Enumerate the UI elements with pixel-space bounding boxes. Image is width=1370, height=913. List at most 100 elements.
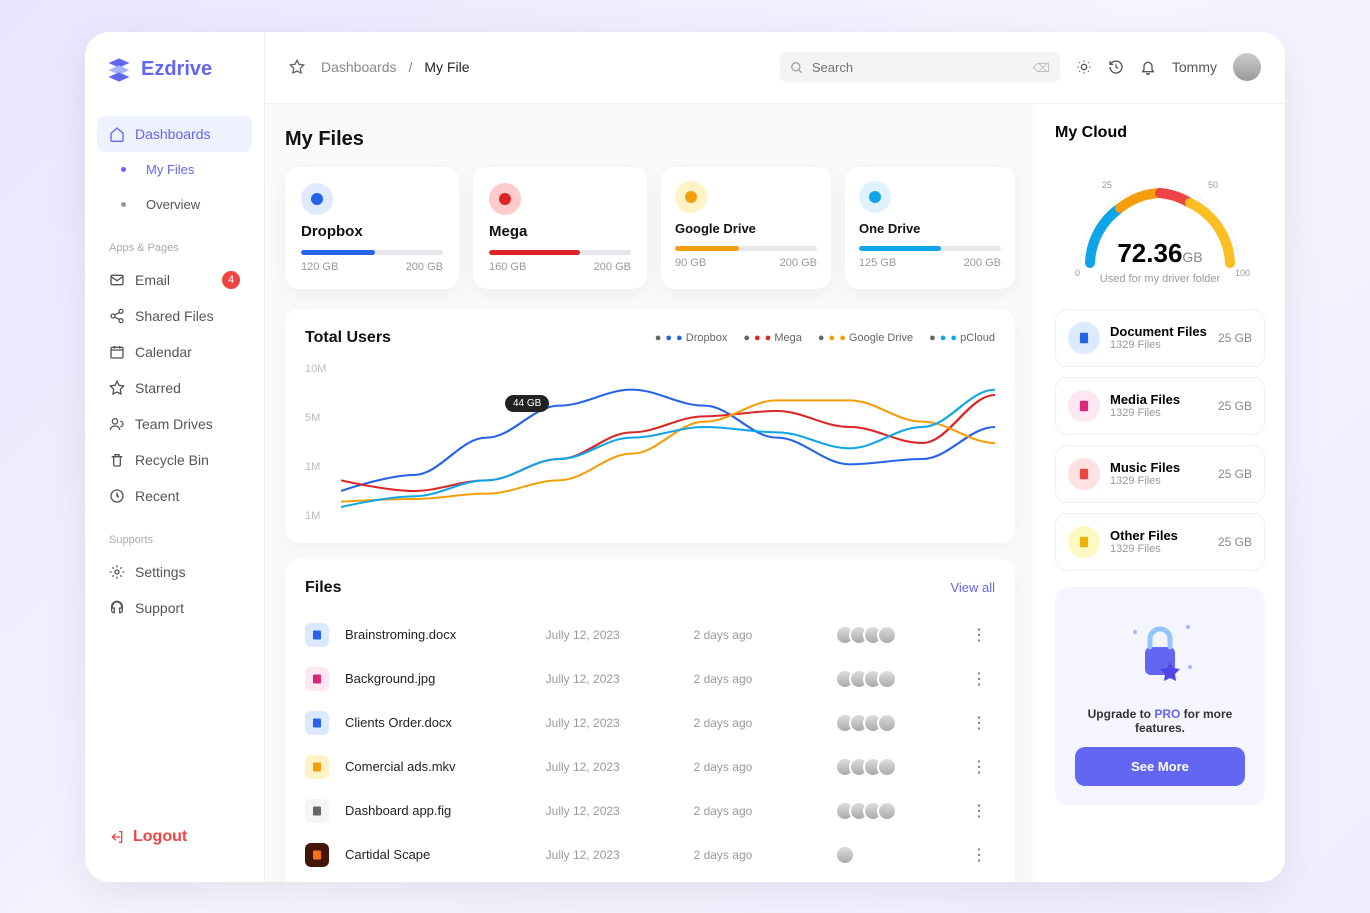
sidebar-item-label: Recent (135, 488, 179, 504)
chart-legend: ● Dropbox● Mega● Google Drive● pCloud (655, 332, 995, 344)
category-icon (1068, 390, 1100, 422)
file-row[interactable]: Brainstroming.docx Jully 12, 2023 2 days… (305, 613, 995, 657)
content: My Files Dropbox 120 GB200 GB Mega 160 G… (265, 104, 1285, 882)
file-row[interactable]: Cartidal Scape Jully 12, 2023 2 days ago… (305, 833, 995, 877)
gauge-value: 72.36 (1117, 238, 1182, 268)
app-window: Ezdrive Dashboards My Files Overview App… (85, 32, 1285, 882)
category-icon (1068, 322, 1100, 354)
sidebar-item-email[interactable]: Email 4 (97, 262, 252, 298)
category-size: 25 GB (1218, 399, 1252, 413)
file-more-button[interactable]: ⋮ (963, 757, 995, 777)
sidebar-item-label: Shared Files (135, 308, 214, 324)
category-size: 25 GB (1218, 331, 1252, 345)
mini-avatar (877, 801, 897, 821)
storage-gauge: 0 25 50 100 72.36GB Used for my driver f… (1055, 158, 1265, 285)
user-name: Tommy (1172, 59, 1217, 75)
file-row[interactable]: Musikal.mp3 Jully 12, 2023 2 days ago ⋮ (305, 877, 995, 882)
sidebar-item-recycle-bin[interactable]: Recycle Bin (97, 442, 252, 478)
svg-text:100: 100 (1235, 268, 1250, 278)
file-avatars (841, 801, 947, 821)
drive-name: Mega (489, 223, 631, 240)
share-icon (109, 308, 125, 324)
upgrade-text: Upgrade to PRO for more features. (1075, 707, 1245, 735)
category-card[interactable]: Document Files 1329 Files 25 GB (1055, 309, 1265, 367)
breadcrumb-item[interactable]: Dashboards (321, 59, 397, 75)
drives-row: Dropbox 120 GB200 GB Mega 160 GB200 GB G… (285, 167, 1015, 289)
file-type-icon (305, 667, 329, 691)
header: Dashboards / My File ⌫ Tommy (265, 32, 1285, 104)
search-input[interactable] (780, 52, 1060, 83)
history-icon[interactable] (1108, 59, 1124, 75)
drive-icon (301, 183, 333, 215)
sidebar-item-label: Overview (146, 197, 200, 212)
drive-stats: 160 GB200 GB (489, 261, 631, 273)
drive-progress (675, 246, 817, 251)
category-card[interactable]: Media Files 1329 Files 25 GB (1055, 377, 1265, 435)
file-more-button[interactable]: ⋮ (963, 845, 995, 865)
sidebar-item-overview[interactable]: Overview (97, 187, 252, 222)
sidebar-item-label: Team Drives (135, 416, 213, 432)
drive-card-google drive[interactable]: Google Drive 90 GB200 GB (661, 167, 831, 289)
sidebar-item-dashboards[interactable]: Dashboards (97, 116, 252, 152)
file-row[interactable]: Dashboard app.fig Jully 12, 2023 2 days … (305, 789, 995, 833)
file-avatars (841, 625, 947, 645)
sidebar-item-settings[interactable]: Settings (97, 554, 252, 590)
star-outline-icon[interactable] (289, 59, 305, 75)
drive-card-one drive[interactable]: One Drive 125 GB200 GB (845, 167, 1015, 289)
view-all-link[interactable]: View all (950, 580, 995, 595)
file-avatars (841, 713, 947, 733)
file-more-button[interactable]: ⋮ (963, 713, 995, 733)
logout-button[interactable]: Logout (97, 816, 252, 858)
sidebar-item-team-drives[interactable]: Team Drives (97, 406, 252, 442)
file-more-button[interactable]: ⋮ (963, 669, 995, 689)
avatar[interactable] (1233, 53, 1261, 81)
drive-name: Google Drive (675, 221, 817, 236)
sidebar-item-recent[interactable]: Recent (97, 478, 252, 514)
file-name: Brainstroming.docx (345, 627, 530, 642)
bell-icon[interactable] (1140, 59, 1156, 75)
file-date: Jully 12, 2023 (546, 628, 678, 642)
sidebar-item-starred[interactable]: Starred (97, 370, 252, 406)
category-card[interactable]: Music Files 1329 Files 25 GB (1055, 445, 1265, 503)
header-icons: Tommy (1076, 53, 1261, 81)
mini-avatar (877, 757, 897, 777)
file-more-button[interactable]: ⋮ (963, 625, 995, 645)
section-label-apps: Apps & Pages (109, 242, 252, 254)
sidebar-item-support[interactable]: Support (97, 590, 252, 626)
category-card[interactable]: Other Files 1329 Files 25 GB (1055, 513, 1265, 571)
drive-icon (489, 183, 521, 215)
category-sub: 1329 Files (1110, 407, 1208, 419)
drive-stats: 90 GB200 GB (675, 257, 817, 269)
page-title: My Files (285, 128, 1015, 151)
sidebar-item-label: Recycle Bin (135, 452, 209, 468)
gauge-unit: GB (1182, 249, 1202, 265)
legend-item: ● Google Drive (818, 332, 913, 344)
right-column: My Cloud 0 25 50 100 72.36GB (1035, 104, 1285, 882)
sun-icon[interactable] (1076, 59, 1092, 75)
email-badge: 4 (222, 271, 240, 289)
file-more-button[interactable]: ⋮ (963, 801, 995, 821)
drive-card-dropbox[interactable]: Dropbox 120 GB200 GB (285, 167, 459, 289)
clear-search-icon[interactable]: ⌫ (1033, 61, 1050, 75)
category-sub: 1329 Files (1110, 543, 1208, 555)
upgrade-card: Upgrade to PRO for more features. See Mo… (1055, 587, 1265, 806)
sidebar-item-shared-files[interactable]: Shared Files (97, 298, 252, 334)
file-type-icon (305, 755, 329, 779)
sidebar-item-label: Support (135, 600, 184, 616)
file-type-icon (305, 799, 329, 823)
file-row[interactable]: Background.jpg Jully 12, 2023 2 days ago… (305, 657, 995, 701)
logo[interactable]: Ezdrive (97, 56, 252, 84)
sidebar-item-my-files[interactable]: My Files (97, 152, 252, 187)
file-row[interactable]: Comercial ads.mkv Jully 12, 2023 2 days … (305, 745, 995, 789)
home-icon (109, 126, 125, 142)
drive-icon (859, 181, 891, 213)
category-name: Document Files (1110, 324, 1208, 339)
breadcrumb-current: My File (424, 59, 469, 75)
file-row[interactable]: Clients Order.docx Jully 12, 2023 2 days… (305, 701, 995, 745)
drive-card-mega[interactable]: Mega 160 GB200 GB (473, 167, 647, 289)
sidebar-item-calendar[interactable]: Calendar (97, 334, 252, 370)
clock-icon (109, 488, 125, 504)
file-date: Jully 12, 2023 (546, 760, 678, 774)
see-more-button[interactable]: See More (1075, 747, 1245, 786)
category-name: Media Files (1110, 392, 1208, 407)
